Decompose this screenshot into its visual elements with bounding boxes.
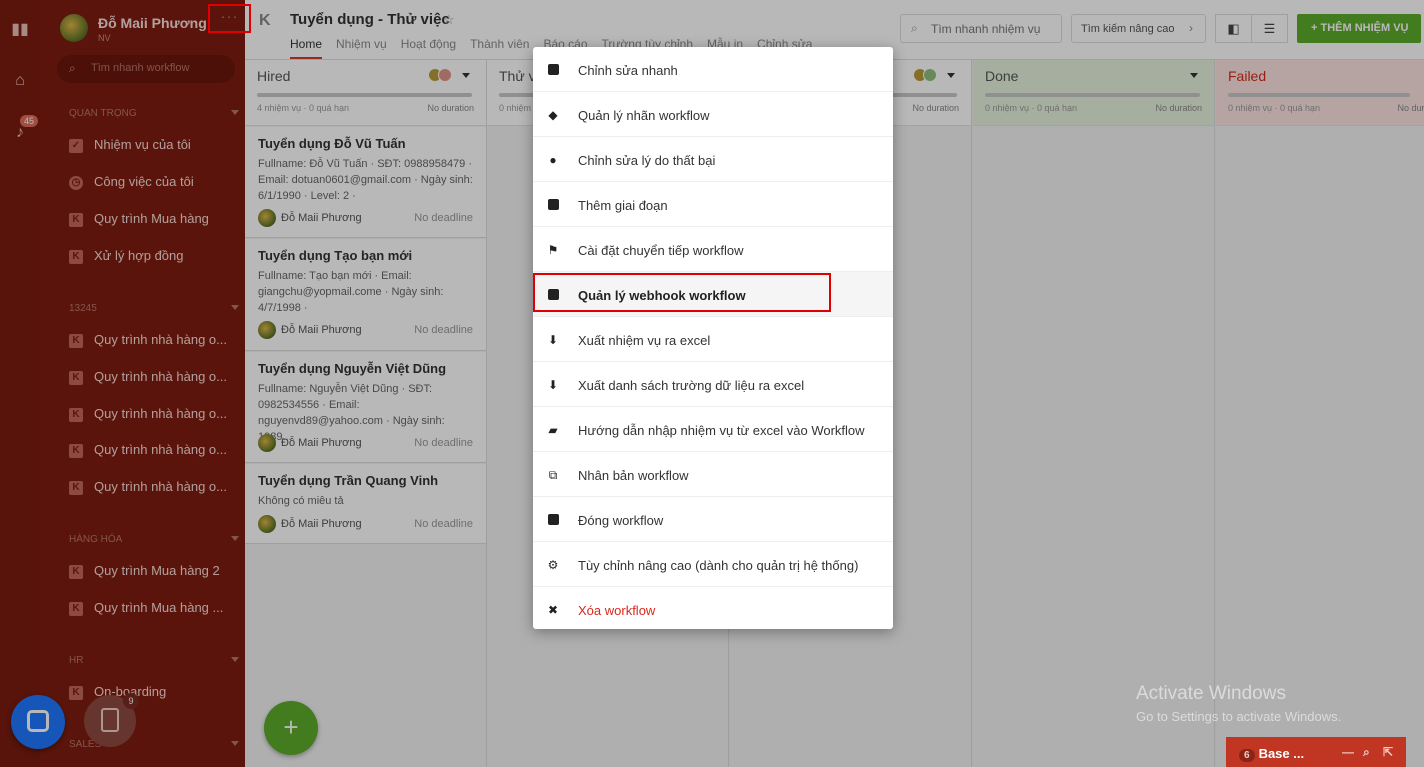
search-icon[interactable]: ⌕: [1363, 745, 1370, 760]
chat-label: Base ...: [1258, 746, 1305, 761]
watermark-line2: Go to Settings to activate Windows.: [1136, 709, 1342, 724]
menu-item-label: Chỉnh sửa lý do thất bại: [578, 153, 716, 168]
highlight-box: [533, 273, 831, 312]
menu-item-add-stage[interactable]: Thêm giai đoạn: [533, 182, 893, 227]
menu-item-label: Thêm giai đoạn: [578, 198, 668, 213]
windows-watermark: Activate Windows Go to Settings to activ…: [1136, 683, 1341, 724]
book-icon: ▰: [548, 423, 558, 437]
menu-item-label: Quản lý nhãn workflow: [578, 108, 710, 123]
base-chat-bar[interactable]: 6 Base ... — ⌕ ⇱: [1226, 737, 1406, 767]
external-link-icon[interactable]: ⇱: [1383, 745, 1393, 759]
menu-item-label: Xóa workflow: [578, 603, 656, 618]
menu-item-label: Xuất danh sách trường dữ liệu ra excel: [578, 378, 805, 393]
chat-count-badge: 6: [1239, 749, 1255, 762]
menu-item-label: Đóng workflow: [578, 513, 664, 528]
menu-item-label: Chỉnh sửa nhanh: [578, 63, 678, 78]
watermark-line1: Activate Windows: [1136, 683, 1286, 704]
menu-item-label: Nhân bản workflow: [578, 468, 689, 483]
menu-item-fail-reasons[interactable]: ● Chỉnh sửa lý do thất bại: [533, 137, 893, 182]
menu-item-label: Xuất nhiệm vụ ra excel: [578, 333, 711, 348]
edit-icon: [547, 199, 559, 211]
download-icon: ⬇: [547, 378, 559, 392]
more-options-button[interactable]: ···: [208, 4, 251, 33]
menu-item-quick-edit[interactable]: Chỉnh sửa nhanh: [533, 47, 893, 92]
workflow-options-menu: Chỉnh sửa nhanh ◆ Quản lý nhãn workflow ●…: [533, 47, 893, 629]
tags-icon: ◆: [548, 108, 558, 122]
menu-item-manage-tags[interactable]: ◆ Quản lý nhãn workflow: [533, 92, 893, 137]
menu-item-label: Hướng dẫn nhập nhiệm vụ từ excel vào Wor…: [578, 423, 865, 438]
download-icon: ⬇: [547, 333, 559, 347]
menu-item-export-fields[interactable]: ⬇ Xuất danh sách trường dữ liệu ra excel: [533, 362, 893, 407]
menu-item-import-guide[interactable]: ▰ Hướng dẫn nhập nhiệm vụ từ excel vào Wo…: [533, 407, 893, 452]
clone-icon: ⧉: [548, 468, 558, 482]
edit-icon: [547, 64, 559, 76]
minimize-icon[interactable]: —: [1342, 745, 1354, 759]
minus-icon: [547, 514, 559, 526]
menu-item-delete[interactable]: ✖ Xóa workflow: [533, 587, 893, 632]
menu-item-label: Tùy chỉnh nâng cao (dành cho quản trị hệ…: [578, 558, 859, 573]
flag-icon: ⚑: [547, 243, 559, 257]
info-icon: ●: [549, 153, 557, 167]
menu-item-transition-settings[interactable]: ⚑ Cài đặt chuyển tiếp workflow: [533, 227, 893, 272]
menu-item-close[interactable]: Đóng workflow: [533, 497, 893, 542]
gear-icon: ⚙: [547, 558, 559, 572]
menu-item-clone[interactable]: ⧉ Nhân bản workflow: [533, 452, 893, 497]
menu-item-export-tasks[interactable]: ⬇ Xuất nhiệm vụ ra excel: [533, 317, 893, 362]
delete-icon: ✖: [547, 603, 559, 617]
menu-item-label: Cài đặt chuyển tiếp workflow: [578, 243, 744, 258]
menu-item-advanced[interactable]: ⚙ Tùy chỉnh nâng cao (dành cho quản trị h…: [533, 542, 893, 587]
